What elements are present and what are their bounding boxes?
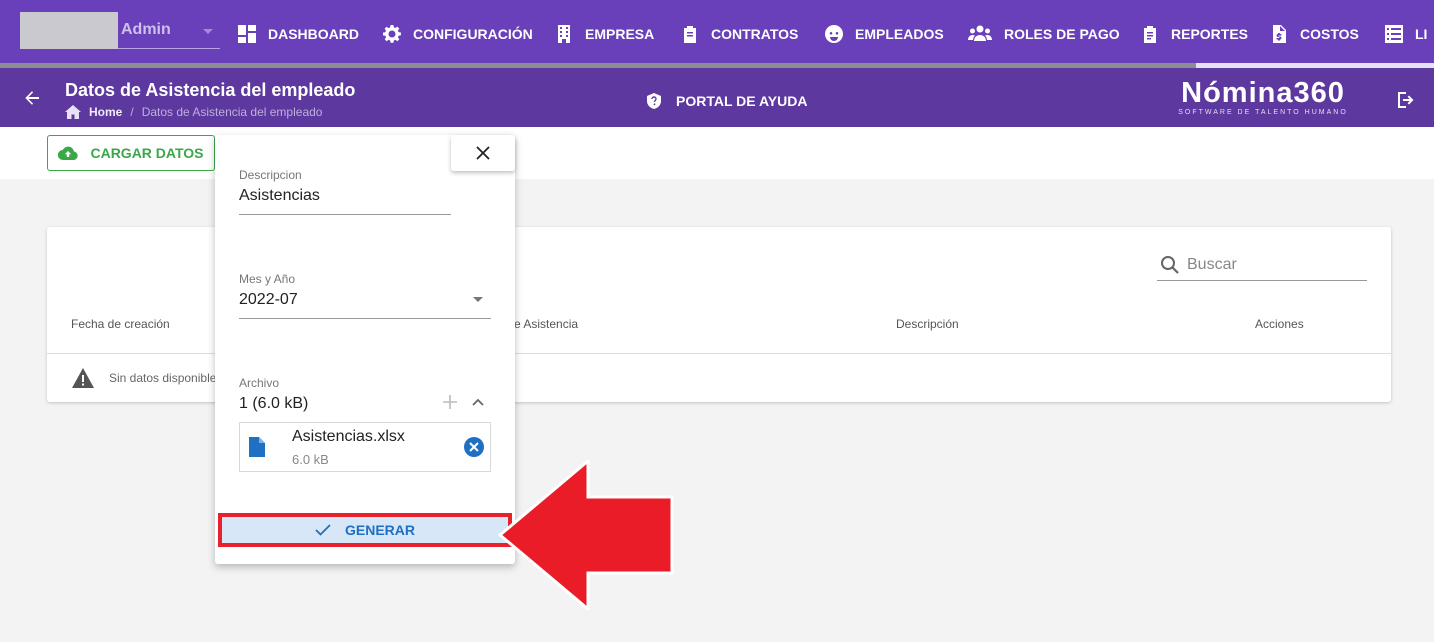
empty-state-text: Sin datos disponible (109, 371, 217, 385)
warning-icon (72, 368, 94, 388)
nav-dashboard[interactable]: DASHBOARD (238, 22, 359, 46)
file-size: 6.0 kB (292, 452, 329, 467)
month-year-underline (239, 318, 491, 319)
help-portal-link[interactable]: PORTAL DE AYUDA (646, 93, 807, 109)
nav-empleados[interactable]: EMPLEADOS (825, 22, 944, 46)
remove-file-icon[interactable] (464, 437, 484, 457)
file-icon (249, 437, 265, 457)
check-icon (315, 524, 331, 536)
search-icon (1161, 255, 1179, 274)
add-file-icon[interactable] (443, 395, 457, 409)
column-header-asistencia[interactable]: e Asistencia (514, 317, 578, 331)
close-icon (476, 146, 490, 160)
chevron-up-icon[interactable] (471, 395, 485, 409)
nav-label: CONFIGURACIÓN (413, 26, 533, 42)
close-button[interactable] (451, 135, 515, 171)
top-navigation: Admin DASHBOARD CONFIGURACIÓN EMPRESA CO… (0, 0, 1434, 66)
nav-li[interactable]: LI (1385, 22, 1427, 46)
upload-data-button[interactable]: CARGAR DATOS (47, 135, 215, 171)
generate-label: GENERAR (344, 522, 415, 538)
avatar (20, 12, 118, 49)
nav-roles-de-pago[interactable]: ROLES DE PAGO (968, 22, 1120, 46)
nav-label: DASHBOARD (268, 26, 359, 42)
report-icon (1144, 26, 1156, 43)
breadcrumb-separator: / (130, 105, 134, 119)
upload-data-label: CARGAR DATOS (90, 145, 204, 161)
description-underline (239, 214, 451, 215)
nav-label: EMPLEADOS (855, 26, 944, 42)
dashboard-icon (238, 25, 256, 43)
file-actions (443, 395, 485, 409)
nav-label: ROLES DE PAGO (1004, 26, 1120, 42)
brand-tagline: SOFTWARE DE TALENTO HUMANO (1178, 109, 1348, 116)
description-label: Descripcion (239, 168, 302, 182)
file-name: Asistencias.xlsx (292, 428, 405, 445)
logout-icon[interactable] (1396, 90, 1416, 110)
breadcrumb-home[interactable]: Home (89, 105, 122, 119)
file-item: Asistencias.xlsx 6.0 kB (239, 422, 491, 472)
nav-costos[interactable]: COSTOS (1270, 22, 1359, 46)
month-year-label: Mes y Año (239, 272, 296, 286)
description-field[interactable]: Asistencias (239, 187, 320, 205)
upload-form-popup: Descripcion Asistencias Mes y Año 2022-0… (215, 135, 515, 564)
page-header: Datos de Asistencia del empleado Home / … (0, 68, 1434, 127)
column-header-fecha[interactable]: Fecha de creación (71, 317, 170, 331)
brand-name: Nómina360 (1181, 77, 1345, 109)
nav-label: CONTRATOS (711, 26, 799, 42)
column-header-descripcion[interactable]: Descripción (896, 317, 959, 331)
breadcrumb: Home / Datos de Asistencia del empleado (65, 105, 322, 119)
help-shield-icon (647, 93, 661, 109)
user-name: Admin (121, 21, 171, 38)
generate-button[interactable]: GENERAR (218, 513, 512, 547)
month-year-select[interactable]: 2022-07 (239, 291, 298, 309)
help-portal-label: PORTAL DE AYUDA (676, 93, 808, 109)
nav-contratos[interactable]: CONTRATOS (681, 22, 798, 46)
page-title: Datos de Asistencia del empleado (65, 80, 356, 100)
nav-label: COSTOS (1300, 26, 1359, 42)
file-dollar-icon (1273, 25, 1286, 43)
nav-configuracion[interactable]: CONFIGURACIÓN (383, 22, 533, 46)
building-icon (558, 25, 570, 43)
column-header-acciones: Acciones (1255, 317, 1304, 331)
chevron-down-icon (203, 29, 213, 34)
nav-label: LI (1415, 26, 1428, 42)
home-icon (65, 105, 81, 119)
clipboard-icon (684, 26, 696, 43)
nav-reportes[interactable]: REPORTES (1141, 22, 1248, 46)
brand-logo: Nómina360 SOFTWARE DE TALENTO HUMANO (1172, 78, 1354, 116)
file-count: 1 (6.0 kB) (239, 395, 309, 412)
gear-icon (383, 25, 401, 43)
nav-empresa[interactable]: EMPRESA (555, 22, 654, 46)
red-pointer-arrow-icon (498, 460, 674, 610)
search-input[interactable] (1187, 255, 1357, 274)
breadcrumb-current: Datos de Asistencia del empleado (141, 105, 323, 119)
empty-state: Sin datos disponible (71, 367, 216, 389)
nav-label: REPORTES (1171, 26, 1249, 42)
cloud-upload-icon (58, 146, 79, 161)
nav-label: EMPRESA (585, 26, 655, 42)
search-box (1157, 249, 1367, 281)
list-icon (1385, 25, 1403, 43)
users-icon (968, 25, 992, 41)
face-icon (825, 25, 843, 43)
file-label: Archivo (239, 376, 280, 390)
back-arrow-icon[interactable] (22, 88, 42, 108)
user-menu[interactable]: Admin (20, 12, 220, 49)
chevron-down-icon[interactable] (473, 297, 483, 302)
